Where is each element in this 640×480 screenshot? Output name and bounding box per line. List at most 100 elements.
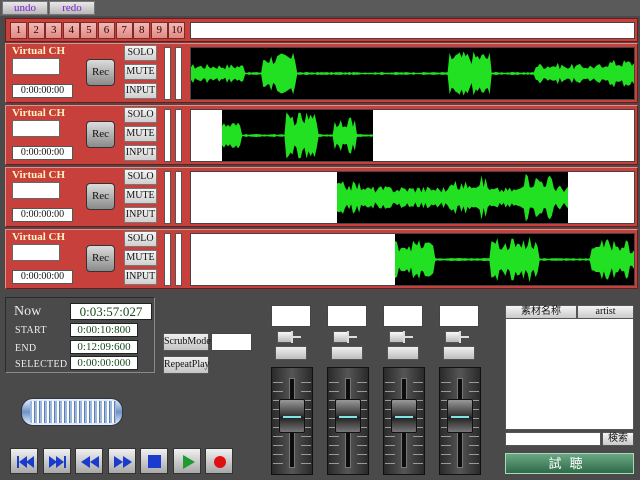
mixer-channel-button[interactable] bbox=[443, 346, 475, 360]
audio-clip[interactable] bbox=[191, 48, 634, 99]
solo-button[interactable]: SOLO bbox=[124, 169, 157, 185]
channel-number-2[interactable]: 2 bbox=[27, 22, 45, 39]
start-time[interactable]: 0:00:10:800 bbox=[70, 323, 138, 337]
input-button[interactable]: INPUT bbox=[124, 83, 157, 99]
skip-to-start-icon bbox=[17, 456, 34, 468]
track-time: 0:00:00:00 bbox=[12, 208, 73, 222]
fast-forward-button[interactable] bbox=[107, 448, 136, 474]
skip-to-start-button[interactable] bbox=[10, 448, 38, 474]
mute-button[interactable]: MUTE bbox=[124, 250, 157, 266]
solo-button[interactable]: SOLO bbox=[124, 107, 157, 123]
input-button[interactable]: INPUT bbox=[124, 207, 157, 223]
channel-number-7[interactable]: 7 bbox=[115, 22, 133, 39]
audio-clip[interactable] bbox=[222, 110, 373, 161]
record-button[interactable] bbox=[205, 448, 233, 474]
channel-number-3[interactable]: 3 bbox=[45, 22, 63, 39]
track-level-meter-right bbox=[175, 47, 182, 100]
mute-button[interactable]: MUTE bbox=[124, 126, 157, 142]
jog-wheel[interactable] bbox=[21, 398, 123, 426]
channel-number-1[interactable]: 1 bbox=[10, 22, 27, 39]
timeline-ruler[interactable] bbox=[190, 22, 635, 39]
track-label: Virtual CH bbox=[12, 169, 66, 181]
track-level-meter-left bbox=[164, 233, 171, 286]
track-3: Virtual CH 0:00:00:00 Rec SOLO MUTE INPUT bbox=[5, 167, 638, 227]
mixer-display bbox=[439, 305, 479, 327]
track-name-input[interactable] bbox=[12, 244, 60, 261]
timecode-panel: Now 0:03:57:027 START 0:00:10:800 END 0:… bbox=[5, 297, 155, 373]
pan-indicator-icon bbox=[459, 331, 469, 343]
repeat-play-button[interactable]: RepeatPlay bbox=[163, 356, 210, 374]
track-time: 0:00:00:00 bbox=[12, 270, 73, 284]
track-level-meter-left bbox=[164, 171, 171, 224]
mixer-channel-button[interactable] bbox=[331, 346, 363, 360]
now-time: 0:03:57:027 bbox=[70, 303, 152, 320]
track-name-input[interactable] bbox=[12, 58, 60, 75]
fader-handle[interactable] bbox=[279, 399, 305, 433]
track-1: Virtual CH 0:00:00:00 Rec SOLO MUTE INPUT bbox=[5, 43, 638, 103]
rec-button[interactable]: Rec bbox=[86, 245, 115, 272]
end-time[interactable]: 0:12:09:600 bbox=[70, 340, 138, 354]
channel-number-8[interactable]: 8 bbox=[133, 22, 151, 39]
rec-button[interactable]: Rec bbox=[86, 121, 115, 148]
play-button[interactable] bbox=[172, 448, 201, 474]
end-label: END bbox=[15, 343, 37, 354]
fader-handle[interactable] bbox=[391, 399, 417, 433]
selected-label: SELECTED bbox=[15, 359, 68, 370]
fader-handle[interactable] bbox=[335, 399, 361, 433]
track-label: Virtual CH bbox=[12, 45, 66, 57]
record-icon bbox=[214, 456, 226, 468]
track-label: Virtual CH bbox=[12, 231, 66, 243]
audio-clip[interactable] bbox=[395, 234, 634, 285]
track-timeline[interactable] bbox=[190, 109, 635, 162]
search-button[interactable]: 検索 bbox=[602, 432, 634, 446]
track-timeline[interactable] bbox=[190, 233, 635, 286]
track-label: Virtual CH bbox=[12, 107, 66, 119]
track-level-meter-right bbox=[175, 171, 182, 224]
track-time: 0:00:00:00 bbox=[12, 84, 73, 98]
rewind-icon bbox=[81, 456, 99, 468]
mixer-channel-button[interactable] bbox=[275, 346, 307, 360]
track-timeline[interactable] bbox=[190, 171, 635, 224]
undo-button[interactable]: undo bbox=[2, 1, 48, 15]
search-input[interactable] bbox=[505, 432, 601, 446]
channel-number-4[interactable]: 4 bbox=[62, 22, 80, 39]
rewind-button[interactable] bbox=[75, 448, 103, 474]
rec-button[interactable]: Rec bbox=[86, 183, 115, 210]
track-level-meter-right bbox=[175, 233, 182, 286]
track-timeline[interactable] bbox=[190, 47, 635, 100]
now-label: Now bbox=[14, 304, 42, 319]
track-level-meter-left bbox=[164, 109, 171, 162]
mute-button[interactable]: MUTE bbox=[124, 188, 157, 204]
selected-time: 0:00:00:000 bbox=[70, 356, 138, 370]
top-toolbar: undo redo bbox=[0, 0, 640, 16]
material-name-column[interactable]: 素材名称 bbox=[505, 305, 577, 319]
channel-number-6[interactable]: 6 bbox=[98, 22, 115, 39]
channel-number-5[interactable]: 5 bbox=[80, 22, 98, 39]
play-icon bbox=[182, 455, 195, 469]
audio-clip[interactable] bbox=[337, 172, 568, 223]
preview-button[interactable]: 試聴 bbox=[505, 453, 634, 474]
artist-column[interactable]: artist bbox=[577, 305, 634, 319]
track-name-input[interactable] bbox=[12, 120, 60, 137]
material-list[interactable] bbox=[505, 318, 634, 430]
track-name-input[interactable] bbox=[12, 182, 60, 199]
channel-number-10[interactable]: 10 bbox=[168, 22, 186, 39]
rec-button[interactable]: Rec bbox=[86, 59, 115, 86]
channel-number-9[interactable]: 9 bbox=[150, 22, 168, 39]
input-button[interactable]: INPUT bbox=[124, 269, 157, 285]
solo-button[interactable]: SOLO bbox=[124, 45, 157, 61]
mute-button[interactable]: MUTE bbox=[124, 64, 157, 80]
mixer-display bbox=[383, 305, 423, 327]
stop-button[interactable] bbox=[140, 448, 168, 474]
scrub-value-field[interactable] bbox=[211, 333, 252, 351]
pan-indicator-icon bbox=[291, 331, 301, 343]
skip-to-end-icon bbox=[48, 456, 66, 468]
mixer-display bbox=[327, 305, 367, 327]
redo-button[interactable]: redo bbox=[49, 1, 95, 15]
fader-handle[interactable] bbox=[447, 399, 473, 433]
solo-button[interactable]: SOLO bbox=[124, 231, 157, 247]
mixer-channel-button[interactable] bbox=[387, 346, 419, 360]
skip-to-end-button[interactable] bbox=[42, 448, 71, 474]
input-button[interactable]: INPUT bbox=[124, 145, 157, 161]
scrub-mode-button[interactable]: ScrubMode bbox=[163, 333, 211, 351]
